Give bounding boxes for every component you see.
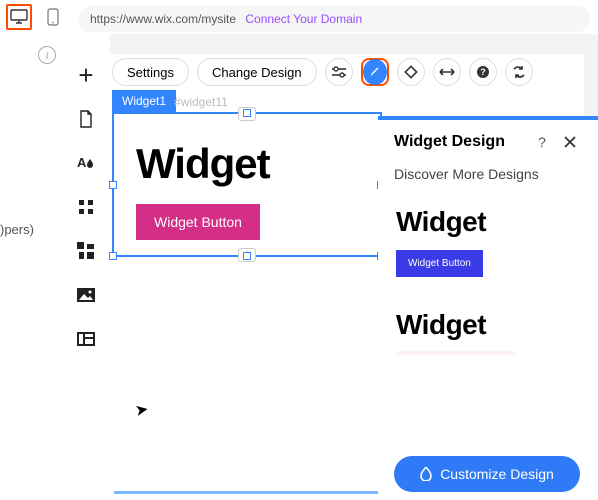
mobile-icon <box>47 8 59 26</box>
element-toolbar: Settings Change Design ? <box>112 58 533 86</box>
preset-heading: Widget <box>396 206 580 238</box>
add-element-button[interactable]: + <box>75 64 97 86</box>
properties-button[interactable] <box>325 58 353 86</box>
desktop-view-button[interactable] <box>6 4 32 30</box>
design-preset-1[interactable]: Widget Widget Button <box>378 190 598 305</box>
question-icon: ? <box>476 65 490 79</box>
site-url: https://www.wix.com/mysite <box>90 12 236 26</box>
customize-design-button[interactable]: Customize Design <box>394 456 580 492</box>
side-toolbar: + A <box>70 64 102 350</box>
theme-button[interactable]: A <box>75 152 97 174</box>
url-bar: https://www.wix.com/mysite Connect Your … <box>78 6 590 32</box>
resize-handle[interactable] <box>109 252 117 260</box>
settings-button[interactable]: Settings <box>112 58 189 86</box>
design-button[interactable] <box>361 58 389 86</box>
diamond-icon <box>404 65 418 79</box>
info-icon[interactable]: i <box>38 46 56 64</box>
design-preset-2[interactable]: Widget <box>378 305 598 367</box>
resize-handle[interactable] <box>243 252 251 260</box>
media-button[interactable] <box>75 284 97 306</box>
mobile-view-button[interactable] <box>40 4 66 30</box>
selected-widget[interactable]: ⇕ ⇕ Widget Widget Button <box>112 112 382 257</box>
panel-subtitle: Discover More Designs <box>378 164 598 190</box>
image-icon <box>77 288 95 302</box>
stretch-icon <box>439 67 455 77</box>
panel-title: Widget Design <box>394 133 526 151</box>
interactions-button[interactable] <box>505 58 533 86</box>
help-button[interactable]: ? <box>469 58 497 86</box>
customize-design-label: Customize Design <box>440 466 554 482</box>
preset-heading: Widget <box>396 309 580 341</box>
paintdrop-icon: A <box>77 154 95 172</box>
sections-button[interactable] <box>75 196 97 218</box>
panel-help-button[interactable]: ? <box>530 130 554 154</box>
puzzle-icon <box>77 242 95 260</box>
desktop-icon <box>10 9 28 25</box>
grid4-icon <box>78 199 94 215</box>
close-icon <box>564 136 576 148</box>
widget-heading: Widget <box>136 140 270 188</box>
svg-text:A: A <box>77 155 87 170</box>
resize-handle[interactable] <box>109 181 117 189</box>
pages-button[interactable] <box>75 108 97 130</box>
layout-icon <box>77 332 95 346</box>
preset-button: Widget Button <box>396 250 483 277</box>
sliders-icon <box>332 66 346 78</box>
layout-button[interactable] <box>75 328 97 350</box>
connect-domain-link[interactable]: Connect Your Domain <box>245 12 362 26</box>
change-design-button[interactable]: Change Design <box>197 58 317 86</box>
widget-tab[interactable]: Widget1 <box>112 90 176 112</box>
widget-id-label: #widget11 <box>174 95 228 109</box>
panel-close-button[interactable] <box>558 130 582 154</box>
apps-button[interactable] <box>75 240 97 262</box>
swap-icon <box>512 65 526 79</box>
preset-accent-bar <box>396 351 516 355</box>
svg-text:?: ? <box>480 67 486 77</box>
resize-handle[interactable] <box>243 109 251 117</box>
animation-button[interactable] <box>397 58 425 86</box>
widget-button[interactable]: Widget Button <box>136 204 260 240</box>
left-panel-truncated-text: )pers) <box>0 222 34 237</box>
top-bar: https://www.wix.com/mysite Connect Your … <box>0 0 598 38</box>
paintbrush-icon <box>368 65 382 79</box>
stretch-button[interactable] <box>433 58 461 86</box>
drop-icon <box>420 467 432 481</box>
design-panel: Widget Design ? Discover More Designs Wi… <box>378 116 598 500</box>
page-icon <box>78 110 94 128</box>
